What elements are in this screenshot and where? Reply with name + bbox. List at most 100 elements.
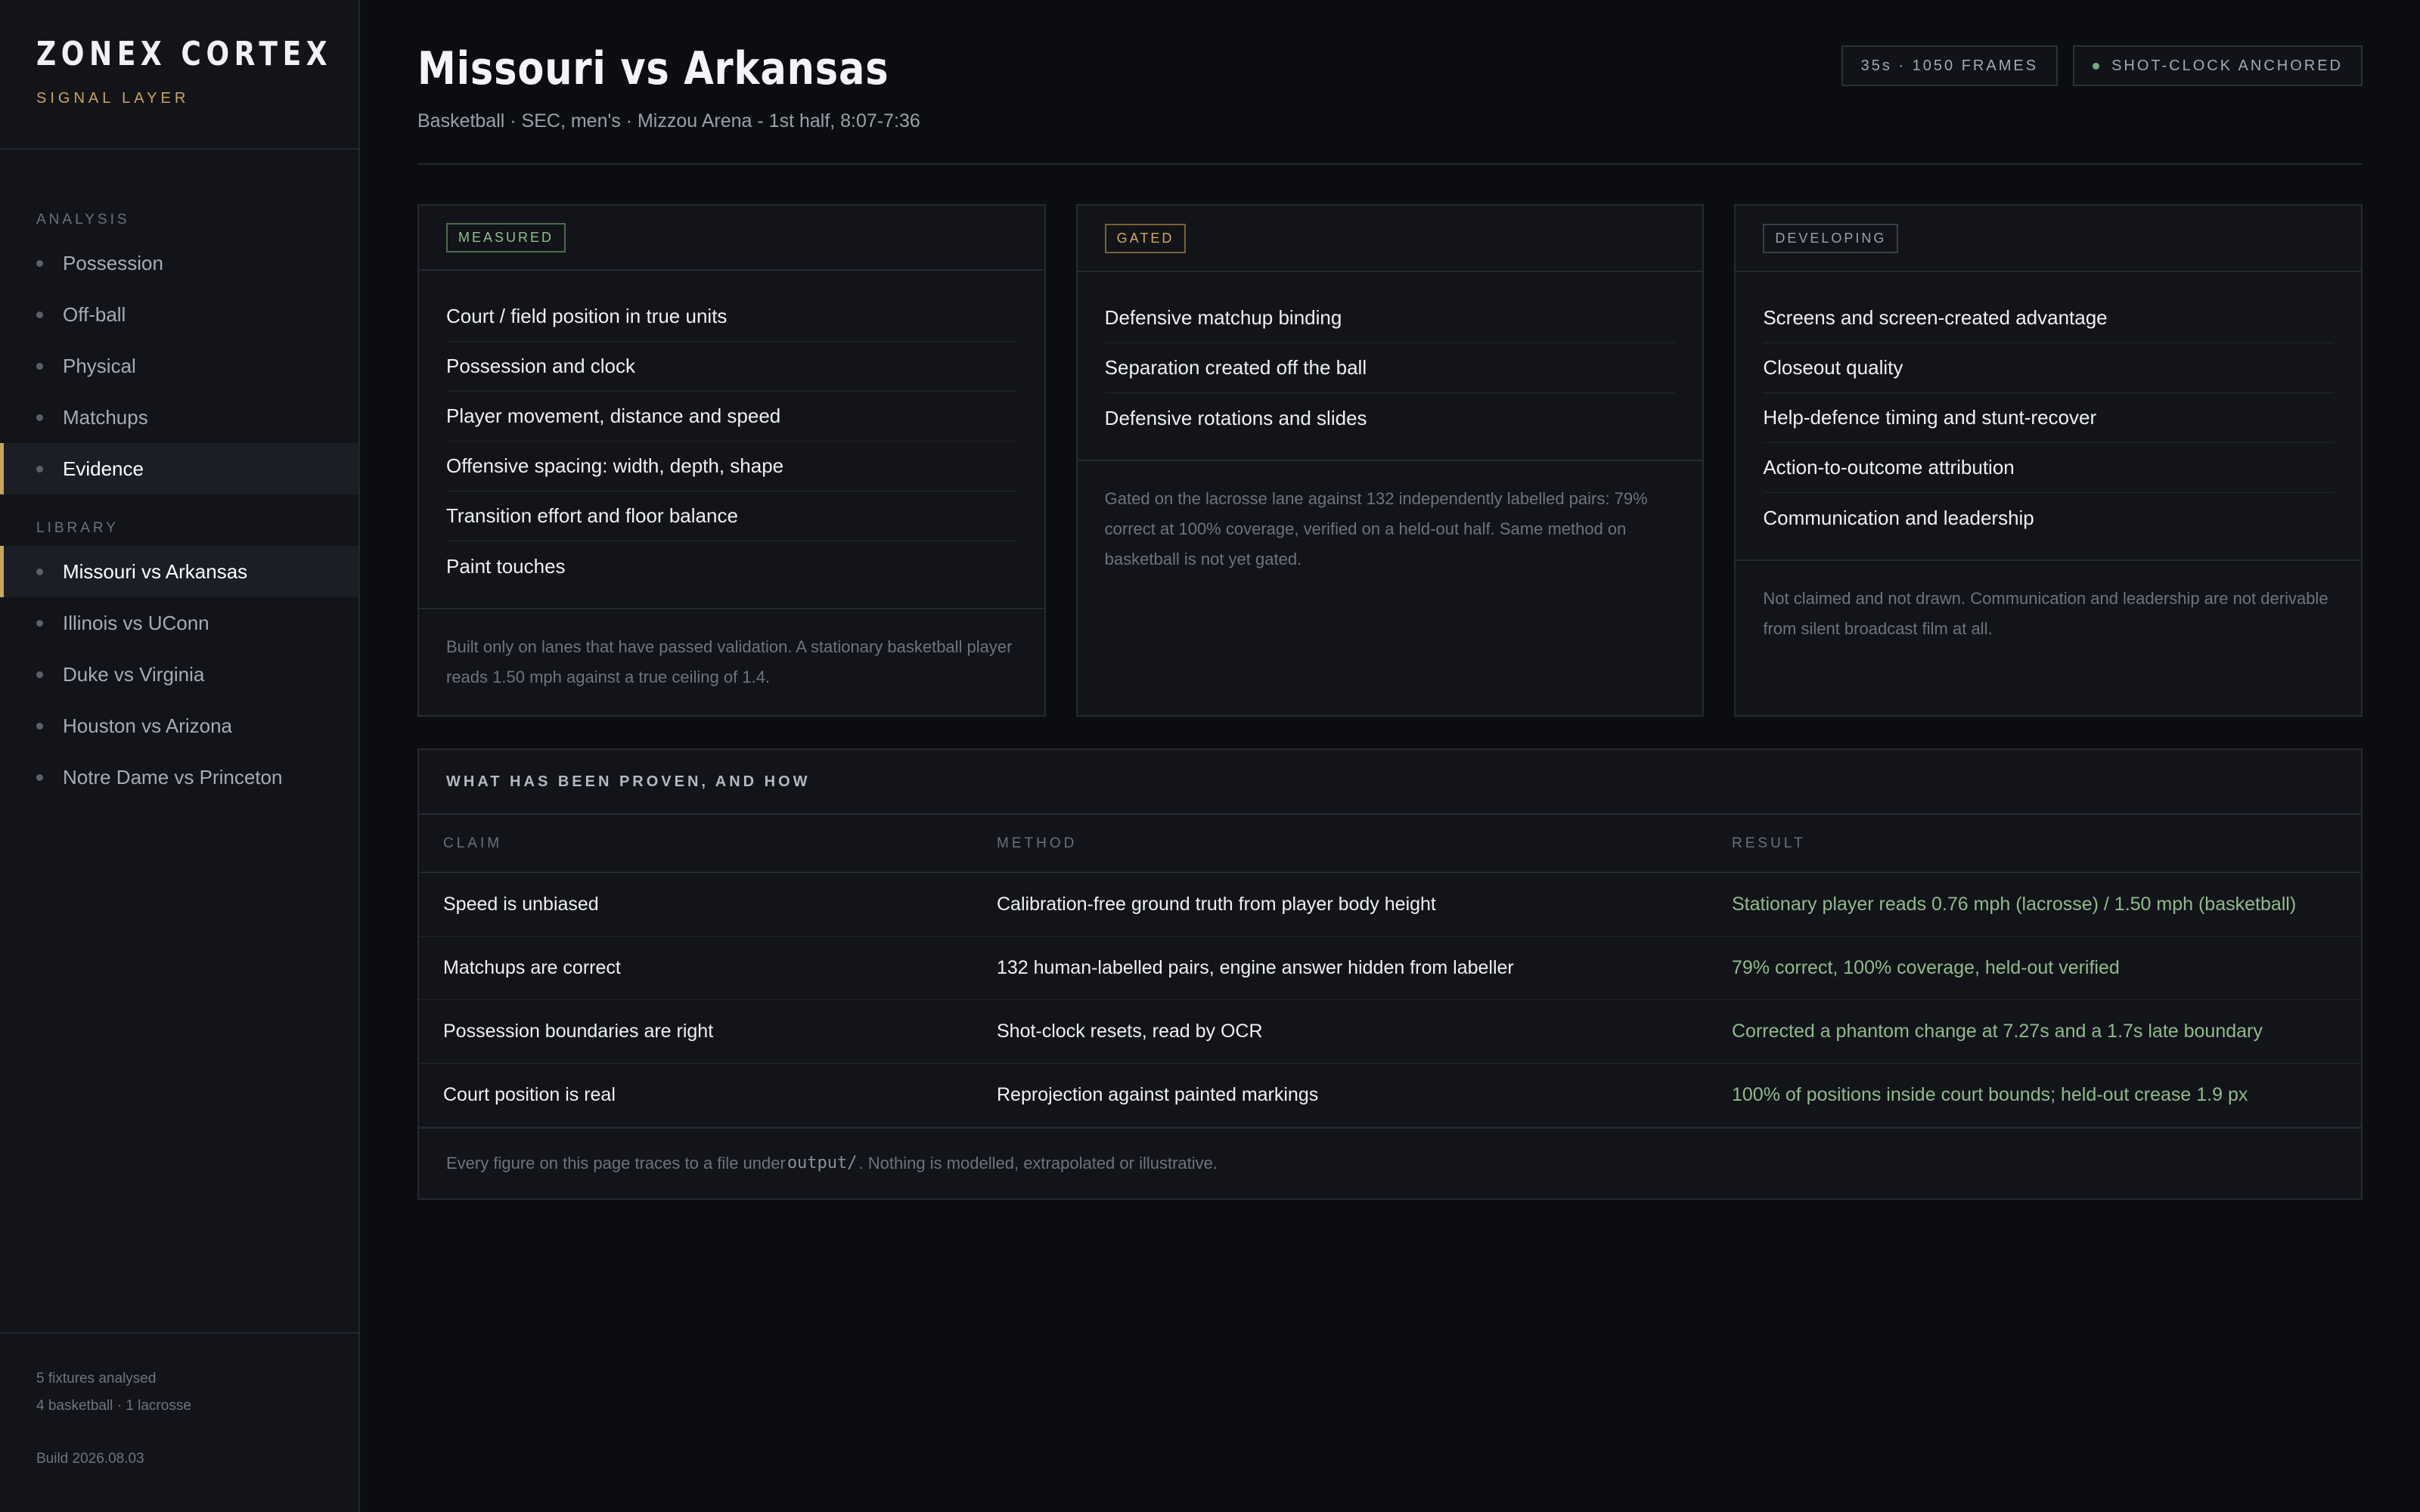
gated-note: Gated on the lacrosse lane against 132 i… [1104, 489, 1648, 569]
claim-cell: Matchups are correct [419, 936, 997, 1000]
list-item: Transition effort and floor balance [446, 491, 1017, 541]
measured-tag: MEASURED [446, 222, 566, 253]
brand-subtitle: SIGNAL LAYER [36, 90, 190, 107]
library-item-label: Missouri vs Arkansas [63, 559, 248, 583]
sidebar-item-label: Matchups [63, 405, 148, 429]
result-cell: Stationary player reads 0.76 mph (lacros… [1732, 872, 2361, 937]
list-item: Court / field position in true units [446, 292, 1017, 342]
card-header: MEASURED [419, 206, 1044, 271]
claim-cell: Speed is unbiased [419, 872, 997, 937]
footnote-text-post: . Nothing is modelled, extrapolated or i… [858, 1153, 1218, 1173]
card-header: GATED [1077, 206, 1703, 272]
table-header-row: CLAIM METHOD RESULT [419, 815, 2361, 873]
list-item: Closeout quality [1763, 343, 2335, 393]
measured-list: Court / field position in true units Pos… [419, 271, 1044, 609]
app-shell: ZONEX CORTEX SIGNAL LAYER ANALYSIS Posse… [0, 0, 2420, 1512]
bullet-icon [36, 414, 43, 421]
list-item: Player movement, distance and speed [446, 392, 1017, 442]
bullet-icon [36, 722, 43, 730]
table-row: Matchups are correct 132 human-labelled … [419, 936, 2361, 1000]
brand: ZONEX CORTEX SIGNAL LAYER [0, 0, 358, 150]
page-subtitle: Basketball · SEC, men's · Mizzou Arena -… [417, 110, 920, 132]
fixtures-breakdown: 4 basketball · 1 lacrosse [36, 1398, 191, 1414]
method-cell: Reprojection against painted markings [997, 1063, 1732, 1127]
table-row: Court position is real Reprojection agai… [419, 1063, 2361, 1127]
list-item: Action-to-outcome attribution [1763, 443, 2335, 493]
proof-table: CLAIM METHOD RESULT Speed is unbiased Ca… [419, 815, 2361, 1127]
capability-cards: MEASURED Court / field position in true … [417, 204, 2363, 717]
sidebar-item-label: Off-ball [63, 302, 126, 326]
frames-badge-label: 35s · 1050 FRAMES [1860, 57, 2039, 74]
gated-list: Defensive matchup binding Separation cre… [1077, 272, 1703, 461]
bullet-icon [36, 259, 43, 267]
list-item: Help-defence timing and stunt-recover [1763, 393, 2335, 443]
result-cell: 79% correct, 100% coverage, held-out ver… [1732, 936, 2361, 1000]
list-item: Screens and screen-created advantage [1763, 293, 2335, 343]
header-badges: 35s · 1050 FRAMES SHOT-CLOCK ANCHORED [1841, 45, 2363, 86]
list-item: Separation created off the ball [1104, 343, 1676, 393]
anchor-badge-label: SHOT-CLOCK ANCHORED [2111, 57, 2343, 74]
build-version: Build 2026.08.03 [36, 1451, 144, 1467]
library-item-notre-dame-vs-princeton[interactable]: Notre Dame vs Princeton [0, 751, 358, 803]
library-item-houston-vs-arizona[interactable]: Houston vs Arizona [0, 700, 358, 751]
card-header: DEVELOPING [1736, 206, 2362, 272]
bullet-icon [36, 671, 43, 678]
method-cell: Shot-clock resets, read by OCR [997, 999, 1732, 1064]
list-item: Communication and leadership [1763, 506, 2034, 529]
fixtures-count: 5 fixtures analysed [36, 1371, 157, 1387]
bullet-icon [36, 465, 43, 472]
proof-footnote: Every figure on this page traces to a fi… [419, 1126, 2361, 1198]
nav-section-library: LIBRARY [36, 520, 119, 536]
list-item: Possession and clock [446, 342, 1017, 392]
library-item-label: Duke vs Virginia [63, 662, 205, 686]
library-item-illinois-vs-uconn[interactable]: Illinois vs UConn [0, 597, 358, 649]
status-dot-icon [2093, 62, 2100, 70]
bullet-icon [36, 362, 43, 370]
card-developing: DEVELOPING Screens and screen-created ad… [1734, 204, 2363, 717]
method-cell: Calibration-free ground truth from playe… [997, 872, 1732, 937]
page-header: Missouri vs Arkansas Basketball · SEC, m… [417, 42, 2363, 165]
library-item-label: Notre Dame vs Princeton [63, 765, 283, 789]
list-item: Defensive rotations and slides [1104, 406, 1367, 429]
card-measured: MEASURED Court / field position in true … [417, 204, 1046, 717]
developing-tag: DEVELOPING [1763, 223, 1899, 253]
sidebar-item-possession[interactable]: Possession [0, 237, 358, 289]
list-item: Paint touches [446, 554, 566, 578]
proof-panel: WHAT HAS BEEN PROVEN, AND HOW CLAIM METH… [417, 748, 2363, 1200]
sidebar-item-label: Possession [63, 251, 163, 274]
table-row: Possession boundaries are right Shot-clo… [419, 999, 2361, 1064]
library-item-label: Houston vs Arizona [63, 714, 233, 737]
library-item-label: Illinois vs UConn [63, 611, 209, 634]
library-item-missouri-vs-arkansas[interactable]: Missouri vs Arkansas [0, 546, 358, 597]
sidebar-item-evidence[interactable]: Evidence [0, 443, 358, 494]
result-cell: 100% of positions inside court bounds; h… [1732, 1063, 2361, 1127]
sidebar-item-off-ball[interactable]: Off-ball [0, 289, 358, 340]
list-item: Defensive matchup binding [1104, 293, 1676, 343]
column-header-result: RESULT [1732, 815, 2361, 873]
sidebar: ZONEX CORTEX SIGNAL LAYER ANALYSIS Posse… [0, 0, 360, 1512]
developing-note: Not claimed and not drawn. Communication… [1763, 589, 2328, 638]
anchor-badge: SHOT-CLOCK ANCHORED [2073, 45, 2363, 86]
sidebar-item-label: Evidence [63, 457, 144, 480]
sidebar-footer: 5 fixtures analysed 4 basketball · 1 lac… [0, 1332, 358, 1512]
library-item-duke-vs-virginia[interactable]: Duke vs Virginia [0, 649, 358, 700]
table-row: Speed is unbiased Calibration-free groun… [419, 872, 2361, 937]
brand-title: ZONEX CORTEX [36, 35, 333, 73]
main-content: Missouri vs Arkansas Basketball · SEC, m… [360, 0, 2420, 1512]
developing-list: Screens and screen-created advantage Clo… [1736, 272, 2362, 561]
bullet-icon [36, 568, 43, 575]
result-cell: Corrected a phantom change at 7.27s and … [1732, 999, 2361, 1064]
nav-section-analysis: ANALYSIS [36, 212, 130, 228]
proof-title: WHAT HAS BEEN PROVEN, AND HOW [419, 750, 2361, 815]
list-item: Offensive spacing: width, depth, shape [446, 442, 1017, 491]
sidebar-item-matchups[interactable]: Matchups [0, 392, 358, 443]
column-header-claim: CLAIM [419, 815, 997, 873]
claim-cell: Court position is real [419, 1063, 997, 1127]
bullet-icon [36, 773, 43, 781]
analysis-nav: Possession Off-ball Physical Matchups Ev… [0, 237, 358, 494]
sidebar-item-physical[interactable]: Physical [0, 340, 358, 392]
column-header-method: METHOD [997, 815, 1732, 873]
claim-cell: Possession boundaries are right [419, 999, 997, 1064]
gated-tag: GATED [1104, 223, 1187, 253]
page-title: Missouri vs Arkansas [417, 42, 889, 95]
